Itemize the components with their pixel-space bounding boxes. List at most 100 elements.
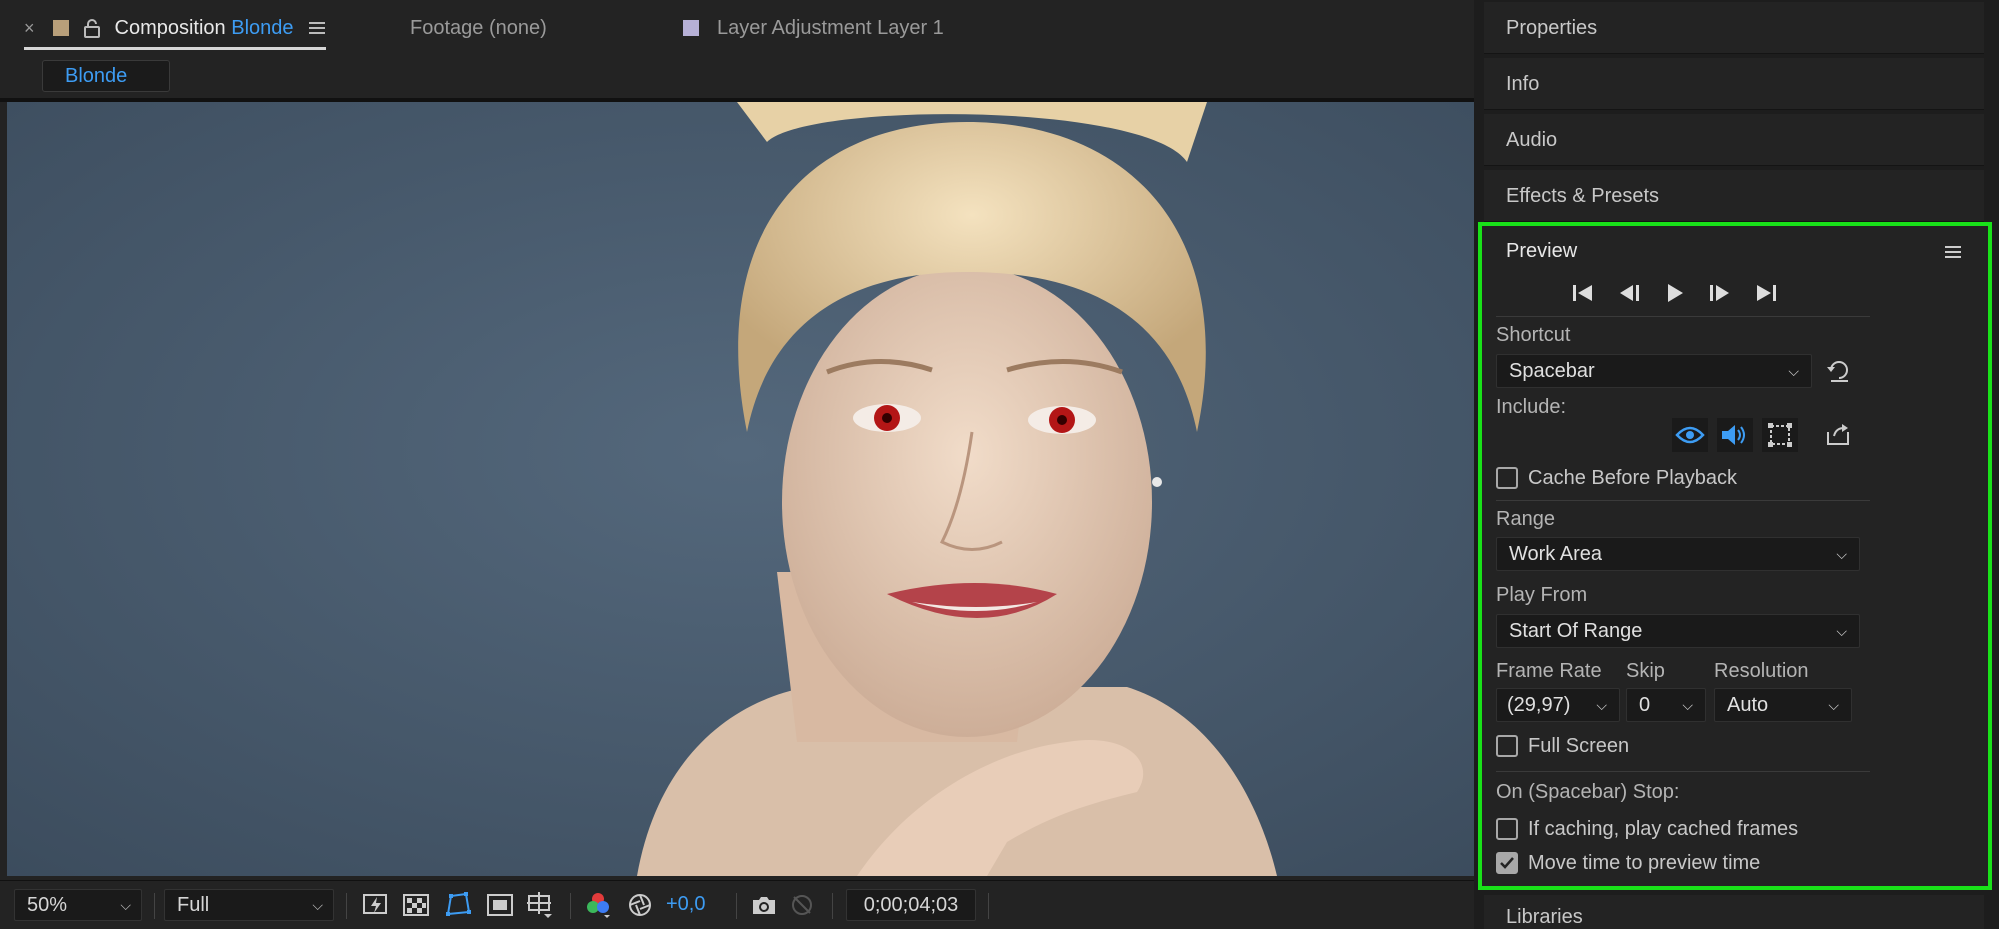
hamburger-menu-icon[interactable] [1944,244,1962,260]
full-screen-row[interactable]: Full Screen [1496,733,1629,759]
if-caching-label: If caching, play cached frames [1528,817,1799,840]
panel-effects-presets[interactable]: Effects & Presets [1484,170,1984,222]
tab-composition[interactable]: × Composition Blonde [24,14,326,50]
preview-title: Preview [1506,240,1578,262]
color-channels-icon[interactable] [584,891,612,919]
composition-viewer[interactable] [7,102,1474,876]
range-label: Range [1496,508,1555,530]
composition-tabbar: × Composition Blonde Footage (none) Laye… [0,0,1474,56]
skip-value: 0 [1639,694,1651,716]
chevron-down-icon: ⌵ [1788,363,1799,379]
resolution-preview-value: Auto [1727,694,1769,716]
tab-composition-name: Blonde [231,16,294,39]
frame-rate-label: Frame Rate [1496,660,1602,682]
tab-footage[interactable]: Footage (none) [410,14,547,42]
full-screen-checkbox[interactable] [1496,735,1518,757]
tab-composition-prefix: Composition [114,16,226,39]
composition-panel: × Composition Blonde Footage (none) Laye… [0,0,1474,929]
play-from-dropdown[interactable]: Start Of Range ⌵ [1496,614,1860,648]
include-audio-toggle[interactable] [1717,418,1753,452]
chevron-down-icon: ⌵ [120,897,131,913]
divider [832,893,833,919]
shortcut-value: Spacebar [1509,360,1595,382]
region-of-interest-icon[interactable] [486,891,514,919]
skip-dropdown[interactable]: 0 ⌵ [1626,688,1706,722]
cache-before-playback-row[interactable]: Cache Before Playback [1496,465,1737,491]
playback-controls [1570,278,1780,308]
transparency-grid-icon[interactable] [402,891,430,919]
panel-properties[interactable]: Properties [1484,2,1984,54]
resolution-label: Resolution [1714,660,1809,682]
play-icon[interactable] [1664,282,1686,304]
lock-icon[interactable] [83,18,101,38]
eye-icon [1675,426,1705,444]
viewer-bottom-bar: 50% ⌵ Full ⌵ +0,0 0;00;04;03 [0,880,1474,929]
if-caching-checkbox[interactable] [1496,818,1518,840]
portrait-image [7,102,1474,876]
zoom-dropdown[interactable]: 50% ⌵ [14,889,142,921]
include-label: Include: [1496,396,1567,418]
overlay-icon [1768,423,1792,447]
reset-shortcut-icon[interactable] [1826,358,1852,384]
tab-layer[interactable]: Layer Adjustment Layer 1 [683,14,944,42]
first-frame-icon[interactable] [1570,282,1598,304]
exposure-value[interactable]: +0,0 [666,893,705,916]
cache-before-playback-checkbox[interactable] [1496,467,1518,489]
move-time-row[interactable]: Move time to preview time [1496,850,1760,876]
divider [154,893,155,919]
current-time-display[interactable]: 0;00;04;03 [846,889,976,921]
checkmark-icon [1500,857,1514,869]
move-time-checkbox[interactable] [1496,852,1518,874]
divider [346,893,347,919]
camera-snapshot-icon[interactable] [750,891,778,919]
include-toggles [1672,418,1807,452]
preview-panel: Preview Shortcut Spacebar ⌵ Include: Cach… [1478,222,1992,890]
skip-label: Skip [1626,660,1665,682]
export-icon[interactable] [1826,422,1852,446]
chevron-down-icon: ⌵ [1596,697,1607,713]
chevron-down-icon: ⌵ [312,897,323,913]
range-value: Work Area [1509,543,1602,565]
panel-libraries[interactable]: Libraries [1484,895,1984,929]
panel-info[interactable]: Info [1484,58,1984,110]
speaker-icon [1722,425,1745,445]
divider [1496,771,1870,772]
tab-layer-label: Layer Adjustment Layer 1 [717,16,944,39]
divider [736,893,737,919]
show-snapshot-icon[interactable] [790,891,818,919]
zoom-value: 50% [27,894,68,916]
chevron-down-icon: ⌵ [1682,697,1693,713]
previous-frame-icon[interactable] [1617,282,1645,304]
resolution-dropdown-preview[interactable]: Auto ⌵ [1714,688,1852,722]
if-caching-row[interactable]: If caching, play cached frames [1496,816,1798,842]
grid-guides-icon[interactable] [526,891,554,919]
comp-breadcrumb[interactable]: Blonde [42,60,170,92]
include-overlays-toggle[interactable] [1762,418,1798,452]
close-icon[interactable]: × [24,18,35,39]
divider [988,893,989,919]
next-frame-icon[interactable] [1705,282,1733,304]
play-from-label: Play From [1496,584,1588,606]
frame-rate-dropdown[interactable]: (29,97) ⌵ [1496,688,1620,722]
play-from-value: Start Of Range [1509,620,1643,642]
mask-visibility-icon[interactable] [444,891,472,919]
shortcut-dropdown[interactable]: Spacebar ⌵ [1496,354,1812,388]
chevron-down-icon: ⌵ [1836,623,1847,639]
panel-audio[interactable]: Audio [1484,114,1984,166]
reset-exposure-icon[interactable] [626,891,654,919]
range-dropdown[interactable]: Work Area ⌵ [1496,537,1860,571]
move-time-label: Move time to preview time [1528,851,1761,874]
fast-previews-icon[interactable] [362,891,390,919]
chevron-down-icon: ⌵ [1836,546,1847,562]
hamburger-menu-icon[interactable] [308,20,326,36]
comp-color-swatch [52,20,69,36]
chevron-down-icon: ⌵ [1828,697,1839,713]
resolution-dropdown[interactable]: Full ⌵ [164,889,334,921]
last-frame-icon[interactable] [1752,282,1780,304]
shortcut-label: Shortcut [1496,324,1571,346]
on-stop-label: On (Spacebar) Stop: [1496,781,1680,803]
include-video-toggle[interactable] [1672,418,1708,452]
resolution-value: Full [177,894,210,916]
frame-rate-value: (29,97) [1507,694,1571,716]
comp-breadcrumb-row: Blonde [8,58,1474,98]
